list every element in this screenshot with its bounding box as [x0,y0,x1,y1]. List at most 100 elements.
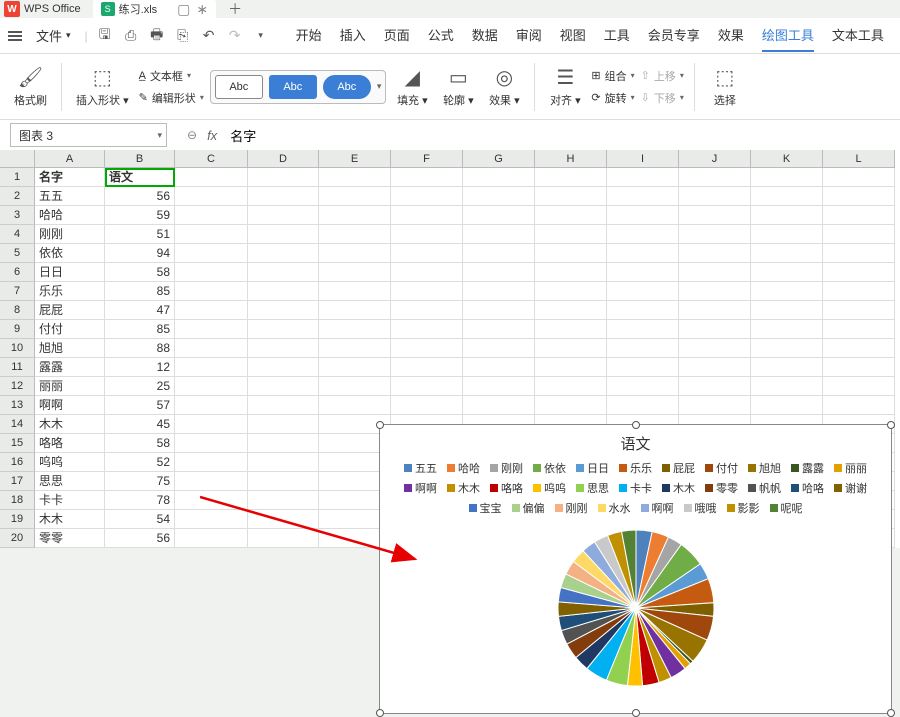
move-up-button[interactable]: ⇧上移▾ [641,68,684,84]
cell[interactable] [175,320,248,339]
cell[interactable] [248,510,319,529]
shape-style-2[interactable]: Abc [269,75,317,99]
row-header[interactable]: 5 [0,244,35,263]
cell[interactable] [823,301,895,320]
cell[interactable] [679,187,751,206]
cell[interactable]: 12 [105,358,175,377]
cell[interactable] [391,282,463,301]
cell[interactable]: 名字 [35,168,105,187]
cell[interactable] [751,301,823,320]
cell[interactable] [175,358,248,377]
cell[interactable] [175,377,248,396]
cell[interactable] [679,358,751,377]
cell[interactable] [319,244,391,263]
rotate-button[interactable]: ⟳旋转▾ [591,90,634,106]
column-header[interactable]: E [319,150,391,168]
cell[interactable] [679,377,751,396]
legend-item[interactable]: 哦哦 [684,500,717,516]
legend-item[interactable]: 偏偏 [512,500,545,516]
print-icon[interactable]: 🖶 [148,27,166,45]
resize-handle[interactable] [887,421,895,429]
format-painter-button[interactable]: 🖌 格式刷 [10,63,51,110]
cell[interactable] [463,377,535,396]
cell[interactable]: 五五 [35,187,105,206]
cell[interactable] [391,187,463,206]
group-button[interactable]: ⊞组合▾ [591,68,634,84]
cell[interactable] [751,206,823,225]
cell[interactable]: 58 [105,263,175,282]
cell[interactable] [607,244,679,263]
ribbon-tab[interactable]: 会员专享 [648,19,700,52]
cell[interactable] [175,301,248,320]
legend-item[interactable]: 呜呜 [533,480,566,496]
cell[interactable] [319,187,391,206]
cell[interactable] [463,263,535,282]
cell[interactable]: 依依 [35,244,105,263]
cell[interactable]: 58 [105,434,175,453]
cell[interactable] [607,168,679,187]
legend-item[interactable]: 卡卡 [619,480,652,496]
cell[interactable] [607,358,679,377]
legend-item[interactable]: 日日 [576,460,609,476]
legend-item[interactable]: 付付 [705,460,738,476]
cell[interactable]: 零零 [35,529,105,548]
cell[interactable]: 52 [105,453,175,472]
document-tab[interactable]: S 练习.xls ▢ ∗ [93,0,216,20]
column-header[interactable]: J [679,150,751,168]
cell[interactable]: 刚刚 [35,225,105,244]
legend-item[interactable]: 丽丽 [834,460,867,476]
undo-icon[interactable]: ↶ [200,27,218,45]
cell[interactable] [679,282,751,301]
row-header[interactable]: 1 [0,168,35,187]
legend-item[interactable]: 刚刚 [555,500,588,516]
cell[interactable] [248,358,319,377]
legend-item[interactable]: 旭旭 [748,460,781,476]
row-header[interactable]: 16 [0,453,35,472]
row-header[interactable]: 7 [0,282,35,301]
cell[interactable] [248,434,319,453]
cell[interactable] [823,206,895,225]
row-header[interactable]: 14 [0,415,35,434]
cell[interactable] [391,244,463,263]
redo-icon[interactable]: ↷ [226,27,244,45]
zoom-out-icon[interactable]: ⊖ [187,128,197,142]
cell[interactable] [607,225,679,244]
cell[interactable]: 78 [105,491,175,510]
cell[interactable] [175,168,248,187]
cell[interactable] [823,168,895,187]
cell[interactable] [607,396,679,415]
cell[interactable]: 51 [105,225,175,244]
cell[interactable]: 85 [105,282,175,301]
cell[interactable] [319,339,391,358]
shape-style-1[interactable]: Abc [215,75,263,99]
cell[interactable]: 94 [105,244,175,263]
cell[interactable] [175,263,248,282]
cell[interactable] [463,339,535,358]
cell[interactable] [175,244,248,263]
cell[interactable]: 54 [105,510,175,529]
cell[interactable]: 露露 [35,358,105,377]
cell[interactable] [679,263,751,282]
cell[interactable] [823,358,895,377]
legend-item[interactable]: 刚刚 [490,460,523,476]
resize-handle[interactable] [376,421,384,429]
cell[interactable] [248,339,319,358]
cell[interactable]: 56 [105,529,175,548]
ribbon-tab[interactable]: 文本工具 [832,19,884,52]
cell[interactable]: 75 [105,472,175,491]
legend-item[interactable]: 依依 [533,460,566,476]
column-header[interactable]: K [751,150,823,168]
cell[interactable] [391,301,463,320]
cell[interactable] [679,301,751,320]
ribbon-tab[interactable]: 绘图工具 [762,19,814,52]
cell[interactable] [679,206,751,225]
cell[interactable] [751,396,823,415]
cell[interactable] [248,491,319,510]
cell[interactable] [679,225,751,244]
tab-close-icon[interactable]: ∗ [196,1,208,18]
cell[interactable] [319,168,391,187]
cell[interactable] [175,339,248,358]
row-header[interactable]: 11 [0,358,35,377]
cell[interactable] [248,415,319,434]
resize-handle[interactable] [376,709,384,717]
